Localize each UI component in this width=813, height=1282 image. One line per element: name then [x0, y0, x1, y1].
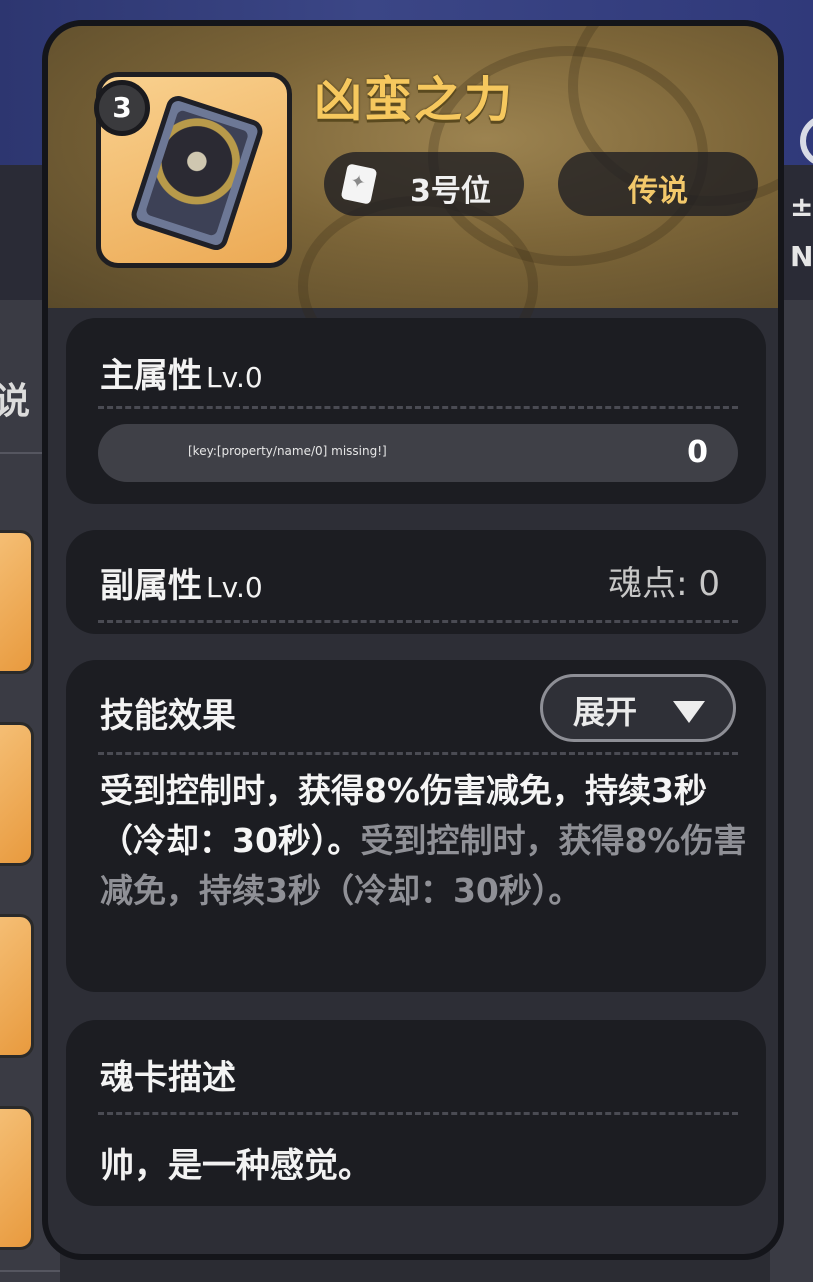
background-left-text: 说 [0, 381, 31, 422]
divider [98, 752, 738, 755]
card-art [144, 109, 250, 237]
background-divider [0, 1270, 60, 1272]
sub-attribute-section: 副属性 Lv.0 魂点: 0 [66, 530, 766, 634]
background-right-text-2: N [790, 240, 813, 273]
card-title: 凶蛮之力 [314, 72, 515, 128]
soul-points: 魂点: 0 [608, 564, 720, 604]
divider [98, 1112, 738, 1115]
divider [98, 406, 738, 409]
card-image [128, 92, 266, 254]
slot-pill: 3号位 [324, 152, 524, 216]
triangle-down-icon [673, 701, 705, 723]
soul-card-detail-panel: 3 凶蛮之力 3号位 传说 主属性Lv.0 [key:[property/nam… [42, 20, 784, 1260]
divider [98, 620, 738, 623]
expand-label: 展开 [573, 693, 638, 731]
property-bar: [key:[property/name/0] missing!] 0 [98, 424, 738, 482]
skill-effect-title: 技能效果 [100, 696, 236, 736]
background-right-text-1: ± [790, 190, 813, 223]
rarity-label: 传说 [628, 174, 688, 209]
background-card-1[interactable] [0, 530, 34, 674]
background-card-4[interactable] [0, 1106, 34, 1250]
card-description-text: 帅，是一种感觉。 [100, 1146, 372, 1186]
property-value: 0 [687, 435, 708, 470]
main-attribute-title: 主属性 Lv.0 [100, 348, 263, 397]
main-attribute-title-text: 主属性 [100, 356, 202, 396]
slot-label: 3号位 [410, 174, 491, 209]
expand-button[interactable]: 展开 [540, 674, 736, 742]
card-header: 3 凶蛮之力 3号位 传说 [48, 26, 778, 376]
property-name: [key:[property/name/0] missing!] [188, 444, 387, 458]
sub-attribute-title-text: 副属性 [100, 566, 202, 606]
skill-effect-section: 技能效果 展开 受到控制时，获得8%伤害减免，持续3秒（冷却：30秒）。受到控制… [66, 660, 766, 992]
sub-attribute-level: Lv.0 [206, 571, 263, 604]
background-card-2[interactable] [0, 722, 34, 866]
rarity-pill: 传说 [558, 152, 758, 216]
background-card-3[interactable] [0, 914, 34, 1058]
main-attribute-level: Lv.0 [206, 361, 263, 394]
card-description-title: 魂卡描述 [100, 1058, 236, 1098]
skill-effect-text: 受到控制时，获得8%伤害减免，持续3秒（冷却：30秒）。受到控制时，获得8%伤害… [100, 766, 750, 916]
main-attribute-section: 主属性 Lv.0 [key:[property/name/0] missing!]… [66, 318, 766, 504]
card-description-section: 魂卡描述 帅，是一种感觉。 [66, 1020, 766, 1206]
level-badge: 3 [94, 80, 150, 136]
card-slot-icon [340, 163, 378, 205]
sub-attribute-title: 副属性 Lv.0 [100, 558, 263, 607]
